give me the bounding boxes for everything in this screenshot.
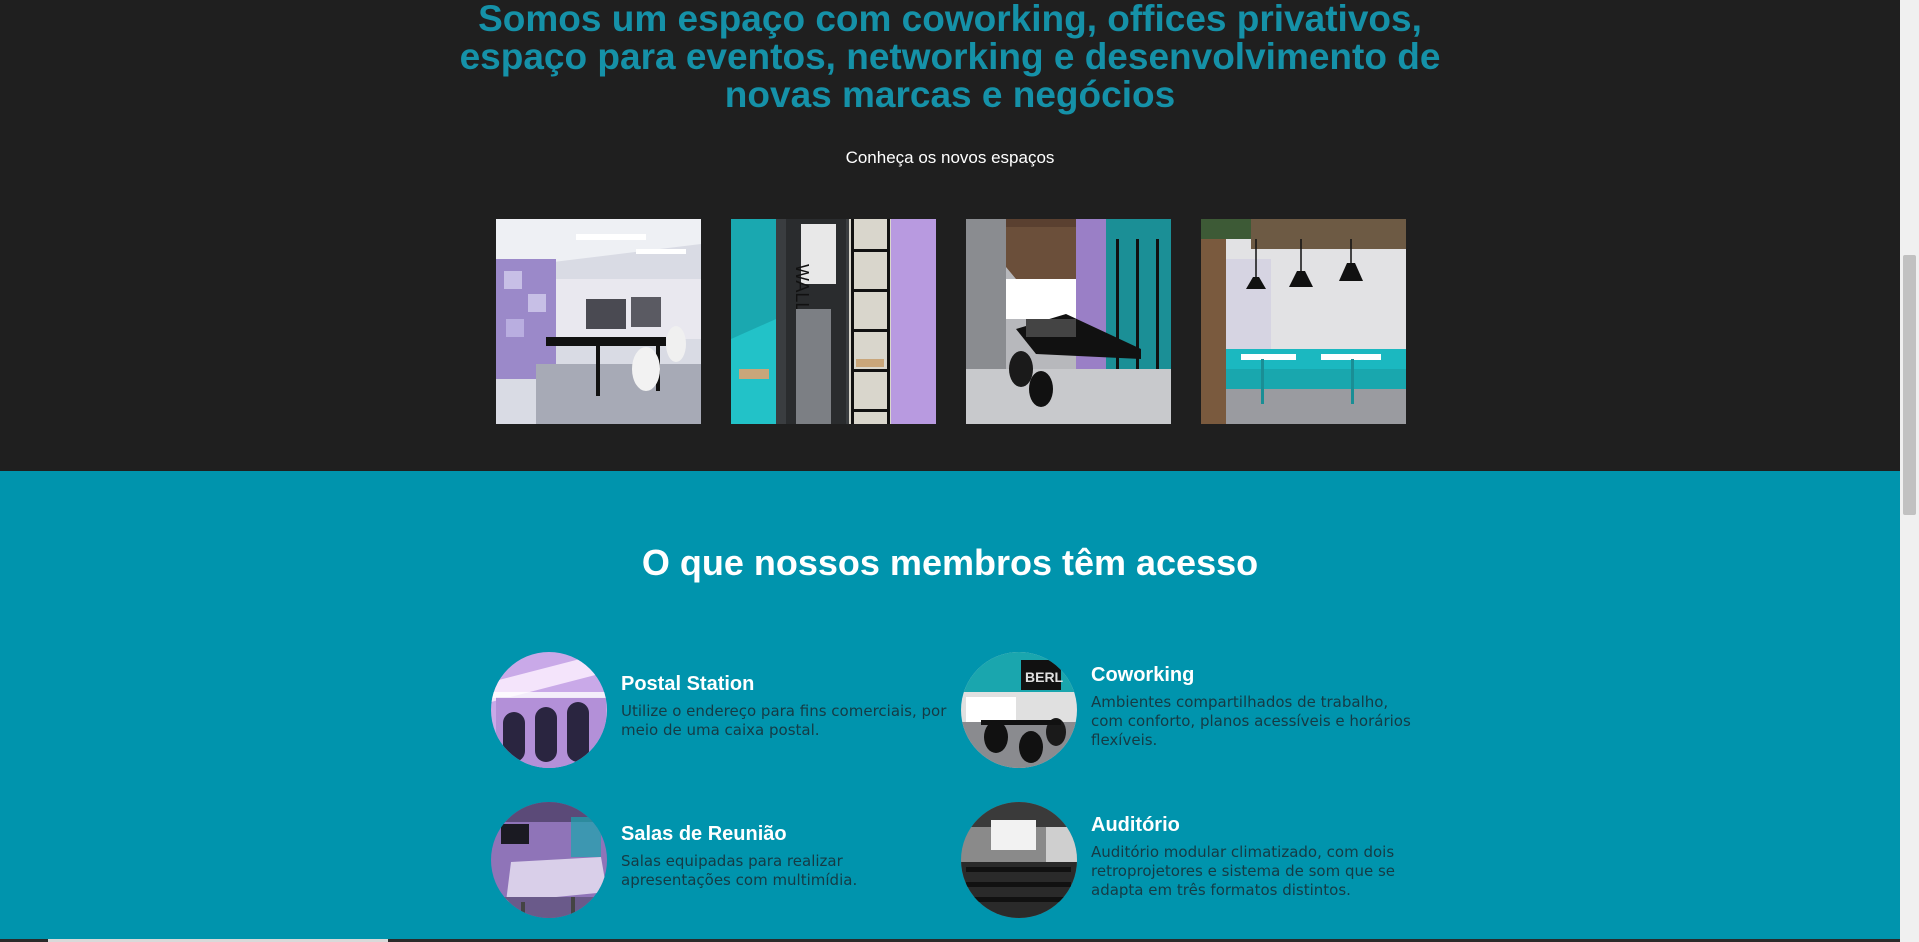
auditorium-image: [961, 802, 1077, 918]
lounge-photo: [1201, 219, 1406, 424]
workspace-photo: [966, 219, 1171, 424]
feature-postal-station: Postal Station Utilize o endereço para f…: [491, 652, 951, 770]
svg-text:BERL: BERL: [1025, 669, 1064, 685]
page: Somos um espaço com coworking, offices p…: [0, 0, 1900, 942]
feature-meeting-rooms: Salas de Reunião Salas equipadas para re…: [491, 802, 951, 920]
feature-description: Salas equipadas para realizar apresentaç…: [621, 852, 858, 889]
feature-description: Auditório modular climatizado, com dois …: [1091, 843, 1396, 899]
svg-text:WALL: WALL: [792, 264, 812, 312]
feature-coworking: BERL Coworking Ambientes compartilhados …: [961, 652, 1421, 770]
gallery-image-office[interactable]: [496, 219, 701, 424]
members-title: O que nossos membros têm acesso: [641, 542, 1259, 583]
scrollbar-thumb[interactable]: [1903, 255, 1916, 515]
vertical-scrollbar[interactable]: [1900, 0, 1919, 942]
gallery-image-workspace[interactable]: [966, 219, 1171, 424]
meeting-rooms-image: [491, 802, 607, 918]
gallery-image-lounge[interactable]: [1201, 219, 1406, 424]
hero-title: Somos um espaço com coworking, offices p…: [459, 0, 1441, 115]
coworking-image: BERL: [961, 652, 1077, 768]
feature-title: Auditório: [1091, 814, 1180, 836]
members-section: O que nossos membros têm acesso Postal S…: [0, 471, 1900, 942]
feature-description: Ambientes compartilhados de trabalho, co…: [1091, 693, 1411, 749]
feature-description: Utilize o endereço para fins comerciais,…: [621, 702, 947, 739]
feature-title: Postal Station: [621, 673, 755, 695]
feature-auditorium: Auditório Auditório modular climatizado,…: [961, 802, 1421, 920]
feature-title: Salas de Reunião: [621, 823, 787, 845]
hero-subtitle: Conheça os novos espaços: [845, 148, 1055, 167]
postal-station-image: [491, 652, 607, 768]
office-photo: [496, 219, 701, 424]
feature-title: Coworking: [1091, 664, 1195, 686]
intro-section: Somos um espaço com coworking, offices p…: [0, 0, 1900, 471]
gallery-image-corridor[interactable]: WALL: [731, 219, 936, 424]
corridor-photo: WALL: [731, 219, 936, 424]
